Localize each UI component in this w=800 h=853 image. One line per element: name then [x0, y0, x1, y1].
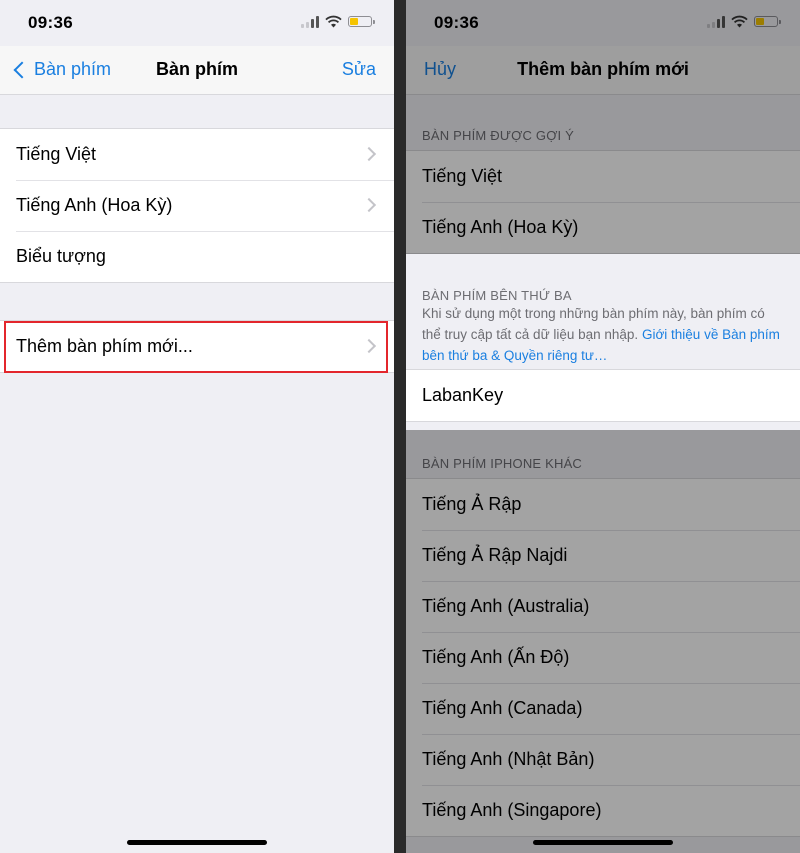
page-title: Bàn phím [155, 59, 238, 79]
keyboard-list: Tiếng Việt Tiếng Anh (Hoa Kỳ) Biểu tượng [0, 128, 394, 283]
keyboard-item-label: Tiếng Anh (Australia) [422, 596, 590, 616]
highlight-box [4, 321, 388, 373]
wifi-icon [731, 15, 748, 28]
keyboard-item-label: Tiếng Anh (Hoa Kỳ) [422, 217, 579, 237]
keyboard-item-label: Tiếng Anh (Hoa Kỳ) [16, 195, 173, 215]
keyboards-screen: 09:36 Bàn phím Bàn phím Sửa Tiếng Việt T… [0, 0, 394, 853]
cellular-signal-icon [707, 15, 725, 28]
keyboard-item-vietnamese[interactable]: Tiếng Việt [0, 129, 394, 180]
keyboard-item-label: Tiếng Ả Rập [422, 494, 522, 514]
keyboard-item[interactable]: Tiếng Anh (Ấn Độ) [406, 632, 800, 683]
keyboard-item[interactable]: Tiếng Anh (Nhật Bản) [406, 734, 800, 785]
page-title: Thêm bàn phím mới [517, 59, 689, 79]
suggested-keyboards-header: BÀN PHÍM ĐƯỢC GỢI Ý [422, 128, 575, 143]
other-iphone-keyboards-header: BÀN PHÍM IPHONE KHÁC [422, 456, 583, 471]
keyboard-item-emoji[interactable]: Biểu tượng [0, 231, 394, 282]
battery-icon [348, 16, 375, 27]
keyboard-item-label: Tiếng Việt [422, 166, 503, 186]
suggested-keyboard-item[interactable]: Tiếng Việt [406, 151, 800, 202]
third-party-keyboard-list: LabanKey [406, 369, 800, 422]
home-indicator [127, 840, 267, 845]
chevron-right-icon [361, 197, 377, 213]
keyboard-item-label: Tiếng Ả Rập Najdi [422, 545, 568, 565]
status-time: 09:36 [28, 13, 73, 32]
third-party-privacy-note: Khi sử dụng một trong những bàn phím này… [422, 303, 786, 366]
navigation-bar: Hủy Thêm bàn phím mới [406, 46, 800, 95]
edit-button[interactable]: Sửa [342, 59, 376, 80]
keyboard-item-label: Tiếng Việt [16, 144, 97, 164]
keyboard-item-english-us[interactable]: Tiếng Anh (Hoa Kỳ) [0, 180, 394, 231]
status-bar: 09:36 [406, 0, 800, 46]
keyboard-item[interactable]: Tiếng Anh (Australia) [406, 581, 800, 632]
keyboard-item-label: Tiếng Anh (Singapore) [422, 800, 602, 820]
suggested-keyboard-list: Tiếng Việt Tiếng Anh (Hoa Kỳ) [406, 150, 800, 254]
keyboard-item-label: Tiếng Anh (Ấn Độ) [422, 647, 570, 667]
keyboard-item-label: Biểu tượng [16, 246, 106, 266]
add-keyboard-screen: 09:36 Hủy Thêm bàn phím mới BÀN PHÍM ĐƯỢ… [406, 0, 800, 853]
suggested-keyboard-item[interactable]: Tiếng Anh (Hoa Kỳ) [406, 202, 800, 253]
other-keyboard-list: Tiếng Ả Rập Tiếng Ả Rập Najdi Tiếng Anh … [406, 478, 800, 837]
navigation-bar: Bàn phím Bàn phím Sửa [0, 46, 394, 95]
keyboard-item[interactable]: Tiếng Anh (Canada) [406, 683, 800, 734]
status-time: 09:36 [434, 13, 479, 32]
keyboard-item[interactable]: Tiếng Ả Rập Najdi [406, 530, 800, 581]
keyboard-item-label: LabanKey [422, 385, 504, 405]
keyboard-item-labankey[interactable]: LabanKey [406, 370, 800, 421]
keyboard-item[interactable]: Tiếng Ả Rập [406, 479, 800, 530]
chevron-right-icon [361, 146, 377, 162]
keyboard-item-label: Tiếng Anh (Nhật Bản) [422, 749, 595, 769]
keyboard-item-label: Tiếng Anh (Canada) [422, 698, 583, 718]
cellular-signal-icon [301, 15, 319, 28]
status-bar: 09:36 [0, 0, 394, 46]
third-party-keyboards-header: BÀN PHÍM BÊN THỨ BA [422, 288, 572, 303]
home-indicator [533, 840, 673, 845]
battery-icon [754, 16, 781, 27]
keyboard-item[interactable]: Tiếng Anh (Singapore) [406, 785, 800, 836]
wifi-icon [325, 15, 342, 28]
